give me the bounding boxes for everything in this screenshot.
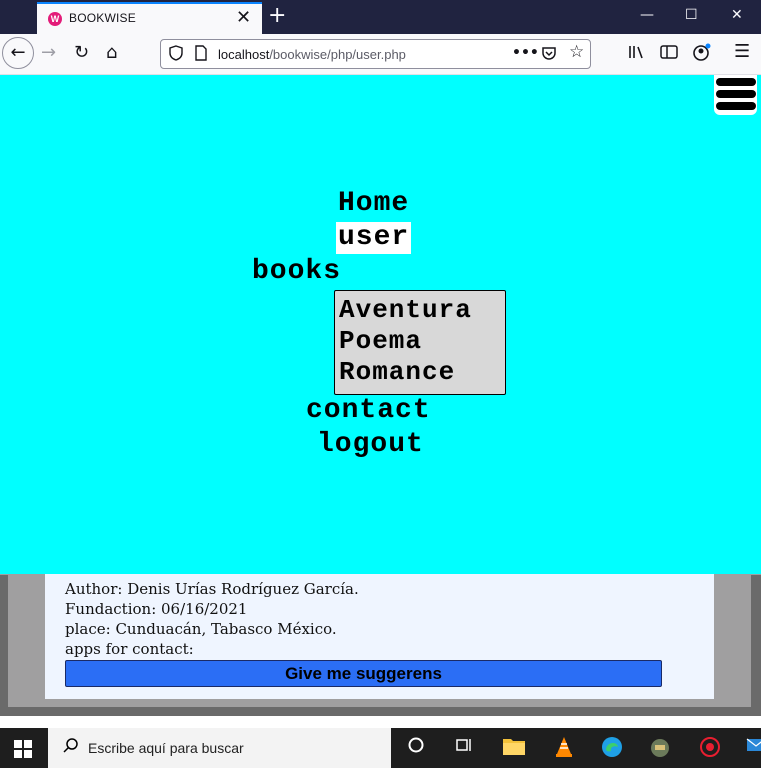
home-icon[interactable]: ⌂	[106, 43, 117, 63]
url-path: /bookwise/php/user.php	[269, 47, 406, 62]
browser-navigation-bar: ← → ↻ ⌂ localhost/bookwise/php/user.php …	[0, 34, 761, 75]
search-placeholder: Escribe aquí para buscar	[88, 740, 244, 756]
library-icon[interactable]	[628, 44, 646, 65]
menu-item-user[interactable]: user	[336, 222, 412, 254]
address-bar[interactable]: localhost/bookwise/php/user.php ••• ☆	[160, 39, 591, 69]
timeline-icon[interactable]	[452, 736, 476, 760]
menu-item-home[interactable]: Home	[338, 188, 409, 220]
page-info-icon[interactable]	[195, 45, 207, 66]
file-explorer-icon[interactable]	[502, 736, 526, 760]
windows-start-icon[interactable]	[14, 740, 32, 758]
close-window-button[interactable]: ✕	[731, 5, 743, 25]
bookwise-favicon-icon: W	[48, 12, 62, 26]
reload-icon[interactable]: ↻	[74, 43, 89, 63]
minimize-button[interactable]: —	[640, 5, 654, 25]
account-icon[interactable]	[692, 43, 712, 66]
page-actions-icon[interactable]: •••	[512, 44, 539, 62]
menu-item-logout[interactable]: logout	[317, 429, 424, 461]
frame-bottom	[0, 707, 761, 716]
menu-item-books[interactable]: books	[252, 256, 341, 288]
give-me-suggestions-button[interactable]: Give me suggerens	[65, 660, 662, 687]
dropdown-item-romance[interactable]: Romance	[339, 357, 455, 387]
url-host: localhost	[218, 47, 270, 62]
vlc-icon[interactable]	[552, 736, 576, 760]
close-tab-icon[interactable]: ✕	[236, 8, 251, 28]
frame-left	[0, 575, 8, 707]
nav-menu-overlay: Home user books Aventura Poema Romance c…	[0, 75, 761, 574]
search-icon	[62, 737, 80, 760]
place-text: place: Cunduacán, Tabasco México.	[65, 620, 337, 638]
pocket-icon[interactable]	[541, 45, 557, 66]
page-viewport: Author: Denis Urías Rodríguez García. Fu…	[0, 75, 761, 716]
tab-title: BOOKWISE	[69, 11, 136, 25]
apps-contact-text: apps for contact:	[65, 640, 194, 658]
shield-icon[interactable]	[169, 45, 183, 66]
maximize-button[interactable]: ☐	[685, 5, 698, 25]
edge-icon[interactable]	[600, 736, 624, 760]
sidebar-icon[interactable]	[660, 44, 678, 65]
dropdown-item-aventura[interactable]: Aventura	[339, 295, 472, 325]
browser-tab-bar: W BOOKWISE ✕ + — ☐ ✕	[0, 0, 761, 34]
windows-taskbar: Escribe aquí para buscar	[0, 728, 761, 768]
author-text: Author: Denis Urías Rodríguez García.	[65, 580, 359, 598]
hamburger-menu-icon[interactable]	[714, 75, 757, 115]
dropdown-item-poema[interactable]: Poema	[339, 326, 422, 356]
url-text: localhost/bookwise/php/user.php	[218, 47, 406, 62]
frame-right	[751, 575, 761, 707]
taskbar-search-box[interactable]: Escribe aquí para buscar	[48, 728, 391, 768]
settings-app-icon[interactable]	[698, 736, 722, 760]
mail-icon[interactable]	[744, 736, 761, 760]
new-tab-button[interactable]: +	[268, 3, 286, 29]
back-button[interactable]: ←	[2, 37, 34, 69]
arrow-left-icon: ←	[10, 42, 26, 63]
app-menu-icon[interactable]: ☰	[734, 42, 750, 62]
books-dropdown: Aventura Poema Romance	[334, 290, 506, 395]
browser-tab[interactable]: W BOOKWISE ✕	[37, 2, 262, 34]
menu-item-contact[interactable]: contact	[306, 395, 431, 427]
bookmark-star-icon[interactable]: ☆	[569, 43, 584, 61]
task-view-icon[interactable]	[404, 736, 428, 760]
forward-arrow-icon[interactable]: →	[41, 43, 56, 63]
game-icon[interactable]	[648, 736, 672, 760]
fundaction-text: Fundaction: 06/16/2021	[65, 600, 248, 618]
